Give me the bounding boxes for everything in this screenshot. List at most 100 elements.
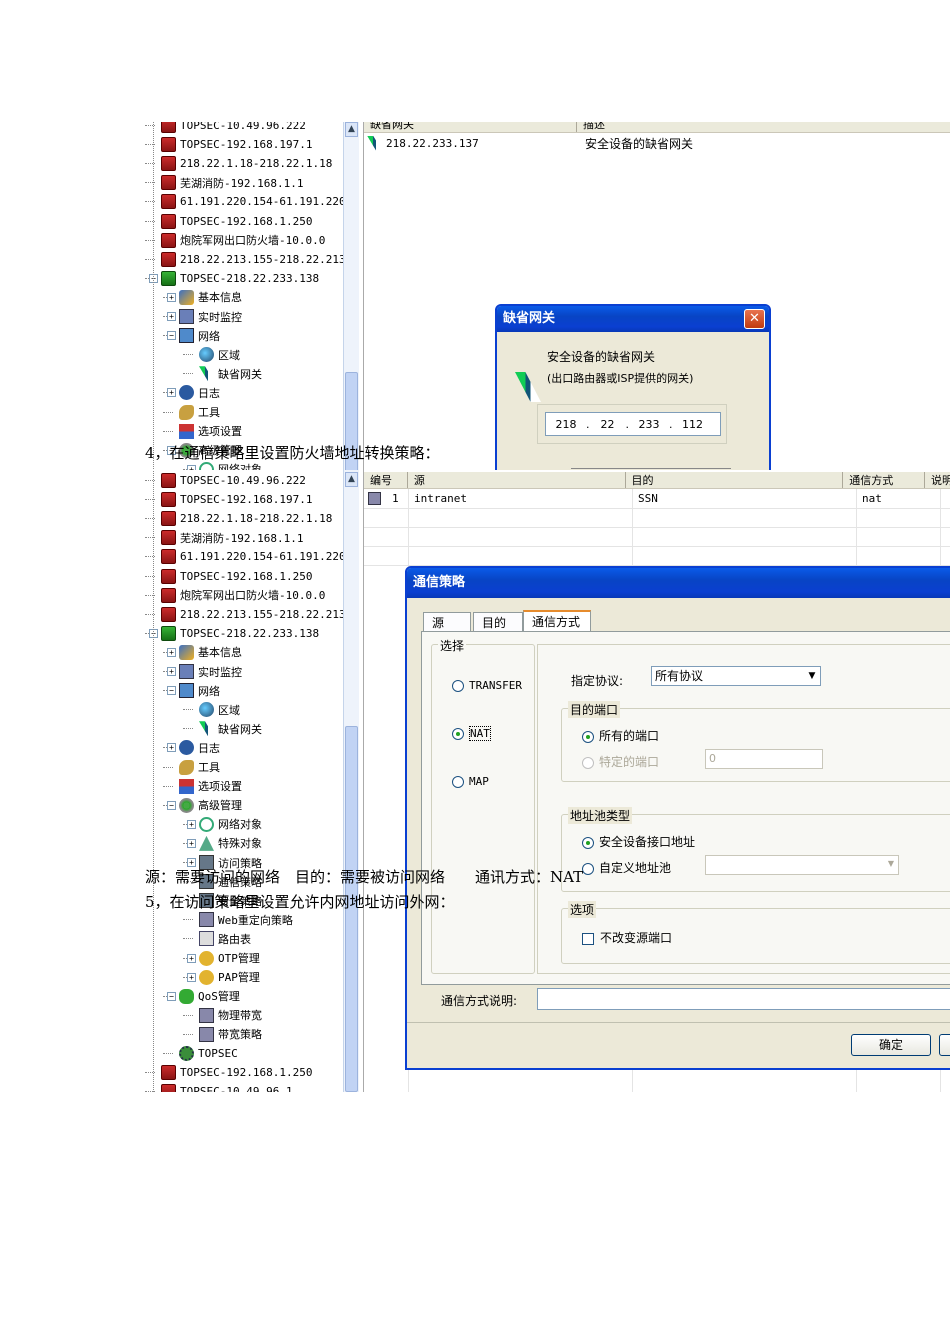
scroll-up-icon[interactable]: ▲ bbox=[345, 122, 358, 137]
tree-item[interactable]: 炮院军网出口防火墙-10.0.0 bbox=[149, 231, 325, 250]
tree-item[interactable]: + 基本信息 bbox=[167, 288, 242, 307]
tree-item[interactable]: + 实时监控 bbox=[167, 662, 242, 681]
tree-item[interactable]: 工具 bbox=[167, 758, 220, 777]
tree-item[interactable]: + 特殊对象 bbox=[187, 834, 262, 853]
col-num[interactable]: 编号 bbox=[364, 472, 408, 488]
tree-item[interactable]: Web重定向策略 bbox=[187, 910, 293, 929]
expand-icon[interactable]: + bbox=[187, 838, 196, 848]
pool-iface-option[interactable]: 安全设备接口地址 bbox=[582, 833, 695, 850]
tree-item[interactable]: − 网络 bbox=[167, 681, 220, 700]
tree-item[interactable]: 218.22.1.18-218.22.1.18 bbox=[149, 509, 332, 528]
tree-item[interactable]: − TOPSEC-218.22.233.138 bbox=[149, 624, 319, 643]
collapse-icon[interactable]: − bbox=[167, 800, 176, 810]
tree-item[interactable]: 61.191.220.154-61.191.220 bbox=[149, 547, 343, 566]
protocol-select[interactable]: 所有协议 ▼ bbox=[651, 666, 821, 686]
col-remark[interactable]: 说明 bbox=[925, 472, 950, 488]
tree-item[interactable]: − 高级管理 bbox=[167, 796, 242, 815]
tree-item[interactable]: 区域 bbox=[187, 345, 240, 364]
tree-item[interactable]: TOPSEC-192.168.1.250 bbox=[149, 1063, 312, 1082]
tab-source[interactable]: 源 bbox=[423, 612, 471, 632]
tree-item[interactable]: + 日志 bbox=[167, 738, 220, 757]
tab-destination[interactable]: 目的 bbox=[473, 612, 523, 632]
col-mode[interactable]: 通信方式 bbox=[843, 472, 925, 488]
tree-item[interactable]: + 基本信息 bbox=[167, 643, 242, 662]
transfer-radio[interactable] bbox=[452, 680, 464, 692]
option-transfer[interactable]: TRANSFER bbox=[452, 679, 522, 692]
keep-src-port-option[interactable]: 不改变源端口 bbox=[582, 929, 672, 946]
ip-octet-1[interactable]: 218 bbox=[546, 418, 586, 431]
expand-icon[interactable]: + bbox=[187, 819, 196, 829]
gateway-row[interactable]: 218.22.233.137 安全设备的缺省网关 bbox=[364, 134, 950, 152]
tree-item[interactable]: 选项设置 bbox=[167, 422, 242, 441]
ip-octet-2[interactable]: 22 bbox=[590, 418, 626, 431]
ip-octet-3[interactable]: 233 bbox=[629, 418, 669, 431]
tree-item[interactable]: 工具 bbox=[167, 403, 220, 422]
tree-item[interactable]: + OTP管理 bbox=[187, 949, 260, 968]
tree-item[interactable]: TOPSEC-192.168.1.250 bbox=[149, 212, 312, 231]
tree-item[interactable]: TOPSEC-10.49.96.222 bbox=[149, 122, 306, 135]
option-map[interactable]: MAP bbox=[452, 775, 489, 788]
ip-address-input[interactable]: 218. 22. 233. 112 bbox=[545, 412, 721, 436]
tree-item[interactable]: 芜湖消防-192.168.1.1 bbox=[149, 173, 303, 192]
collapse-icon[interactable]: − bbox=[167, 686, 176, 696]
col-dst[interactable]: 目的 bbox=[626, 472, 844, 488]
tree-item[interactable]: 选项设置 bbox=[167, 777, 242, 796]
tree-item[interactable]: 218.22.213.155-218.22.213 bbox=[149, 605, 343, 624]
collapse-icon[interactable]: − bbox=[167, 991, 176, 1001]
tree-item[interactable]: + 实时监控 bbox=[167, 307, 242, 326]
tree-item[interactable]: TOPSEC bbox=[167, 1044, 238, 1063]
tree-item[interactable]: − 网络 bbox=[167, 326, 220, 345]
chevron-down-icon[interactable]: ▼ bbox=[804, 667, 820, 685]
expand-icon[interactable]: + bbox=[167, 388, 176, 398]
cancel-button-edge[interactable] bbox=[939, 1034, 950, 1056]
tree-scrollbar[interactable]: ▲ bbox=[343, 122, 359, 472]
expand-icon[interactable]: + bbox=[187, 972, 196, 982]
policy-row[interactable]: 1 intranet SSN nat bbox=[364, 490, 950, 508]
option-nat[interactable]: NAT bbox=[452, 726, 491, 741]
tree-item[interactable]: 218.22.1.18-218.22.1.18 bbox=[149, 154, 332, 173]
expand-icon[interactable]: + bbox=[187, 953, 196, 963]
tree-item[interactable]: TOPSEC-192.168.197.1 bbox=[149, 490, 312, 509]
tree-item[interactable]: 带宽策略 bbox=[187, 1025, 262, 1044]
tree-item[interactable]: − QoS管理 bbox=[167, 987, 240, 1006]
tree-item[interactable]: TOPSEC-192.168.197.1 bbox=[149, 135, 312, 154]
expand-icon[interactable]: + bbox=[167, 743, 176, 753]
keep-src-port-checkbox[interactable] bbox=[582, 932, 594, 945]
tree-scrollbar[interactable]: ▲ bbox=[343, 470, 359, 1092]
pool-custom-option[interactable]: 自定义地址池 bbox=[582, 859, 671, 876]
col-src[interactable]: 源 bbox=[408, 472, 626, 488]
chevron-down-icon[interactable]: ▼ bbox=[888, 859, 894, 868]
tree-item[interactable]: 218.22.213.155-218.22.213 bbox=[149, 250, 343, 269]
map-radio[interactable] bbox=[452, 776, 464, 788]
nat-radio[interactable] bbox=[452, 728, 464, 740]
expand-icon[interactable]: + bbox=[167, 667, 176, 676]
tree-item[interactable]: 区域 bbox=[187, 700, 240, 719]
pool-iface-radio[interactable] bbox=[582, 836, 594, 849]
scroll-up-icon[interactable]: ▲ bbox=[345, 472, 358, 487]
ok-button[interactable]: 确定 bbox=[851, 1034, 931, 1056]
tab-comm-mode[interactable]: 通信方式 bbox=[523, 610, 591, 632]
all-ports-option[interactable]: 所有的端口 bbox=[582, 727, 659, 744]
tree-item[interactable]: 缺省网关 bbox=[187, 364, 262, 383]
specified-ports-radio[interactable] bbox=[582, 756, 594, 769]
all-ports-radio[interactable] bbox=[582, 730, 594, 743]
tree-item[interactable]: TOPSEC-10.49.96.222 bbox=[149, 471, 306, 490]
tree-item[interactable]: 炮院军网出口防火墙-10.0.0 bbox=[149, 586, 325, 605]
port-input[interactable]: 0 bbox=[705, 749, 823, 769]
desc-input[interactable] bbox=[537, 988, 950, 1010]
tree-item[interactable]: 物理带宽 bbox=[187, 1006, 262, 1025]
expand-icon[interactable]: + bbox=[167, 647, 176, 657]
tree-item[interactable]: 芜湖消防-192.168.1.1 bbox=[149, 528, 303, 547]
tree-item[interactable]: TOPSEC-10.49.96.1 bbox=[149, 1082, 293, 1092]
specified-ports-option[interactable]: 特定的端口 bbox=[582, 753, 659, 770]
close-icon[interactable]: ✕ bbox=[744, 309, 765, 329]
tree-item[interactable]: TOPSEC-192.168.1.250 bbox=[149, 567, 312, 586]
ip-octet-4[interactable]: 112 bbox=[673, 418, 713, 431]
tree-item[interactable]: + PAP管理 bbox=[187, 968, 260, 987]
pool-select[interactable]: ▼ bbox=[705, 855, 899, 875]
expand-icon[interactable]: + bbox=[167, 292, 176, 302]
tree-item[interactable]: 路由表 bbox=[187, 929, 251, 948]
tree-item[interactable]: 缺省网关 bbox=[187, 719, 262, 738]
tree-item[interactable]: 61.191.220.154-61.191.220 bbox=[149, 192, 343, 211]
tree-item[interactable]: + 日志 bbox=[167, 383, 220, 402]
